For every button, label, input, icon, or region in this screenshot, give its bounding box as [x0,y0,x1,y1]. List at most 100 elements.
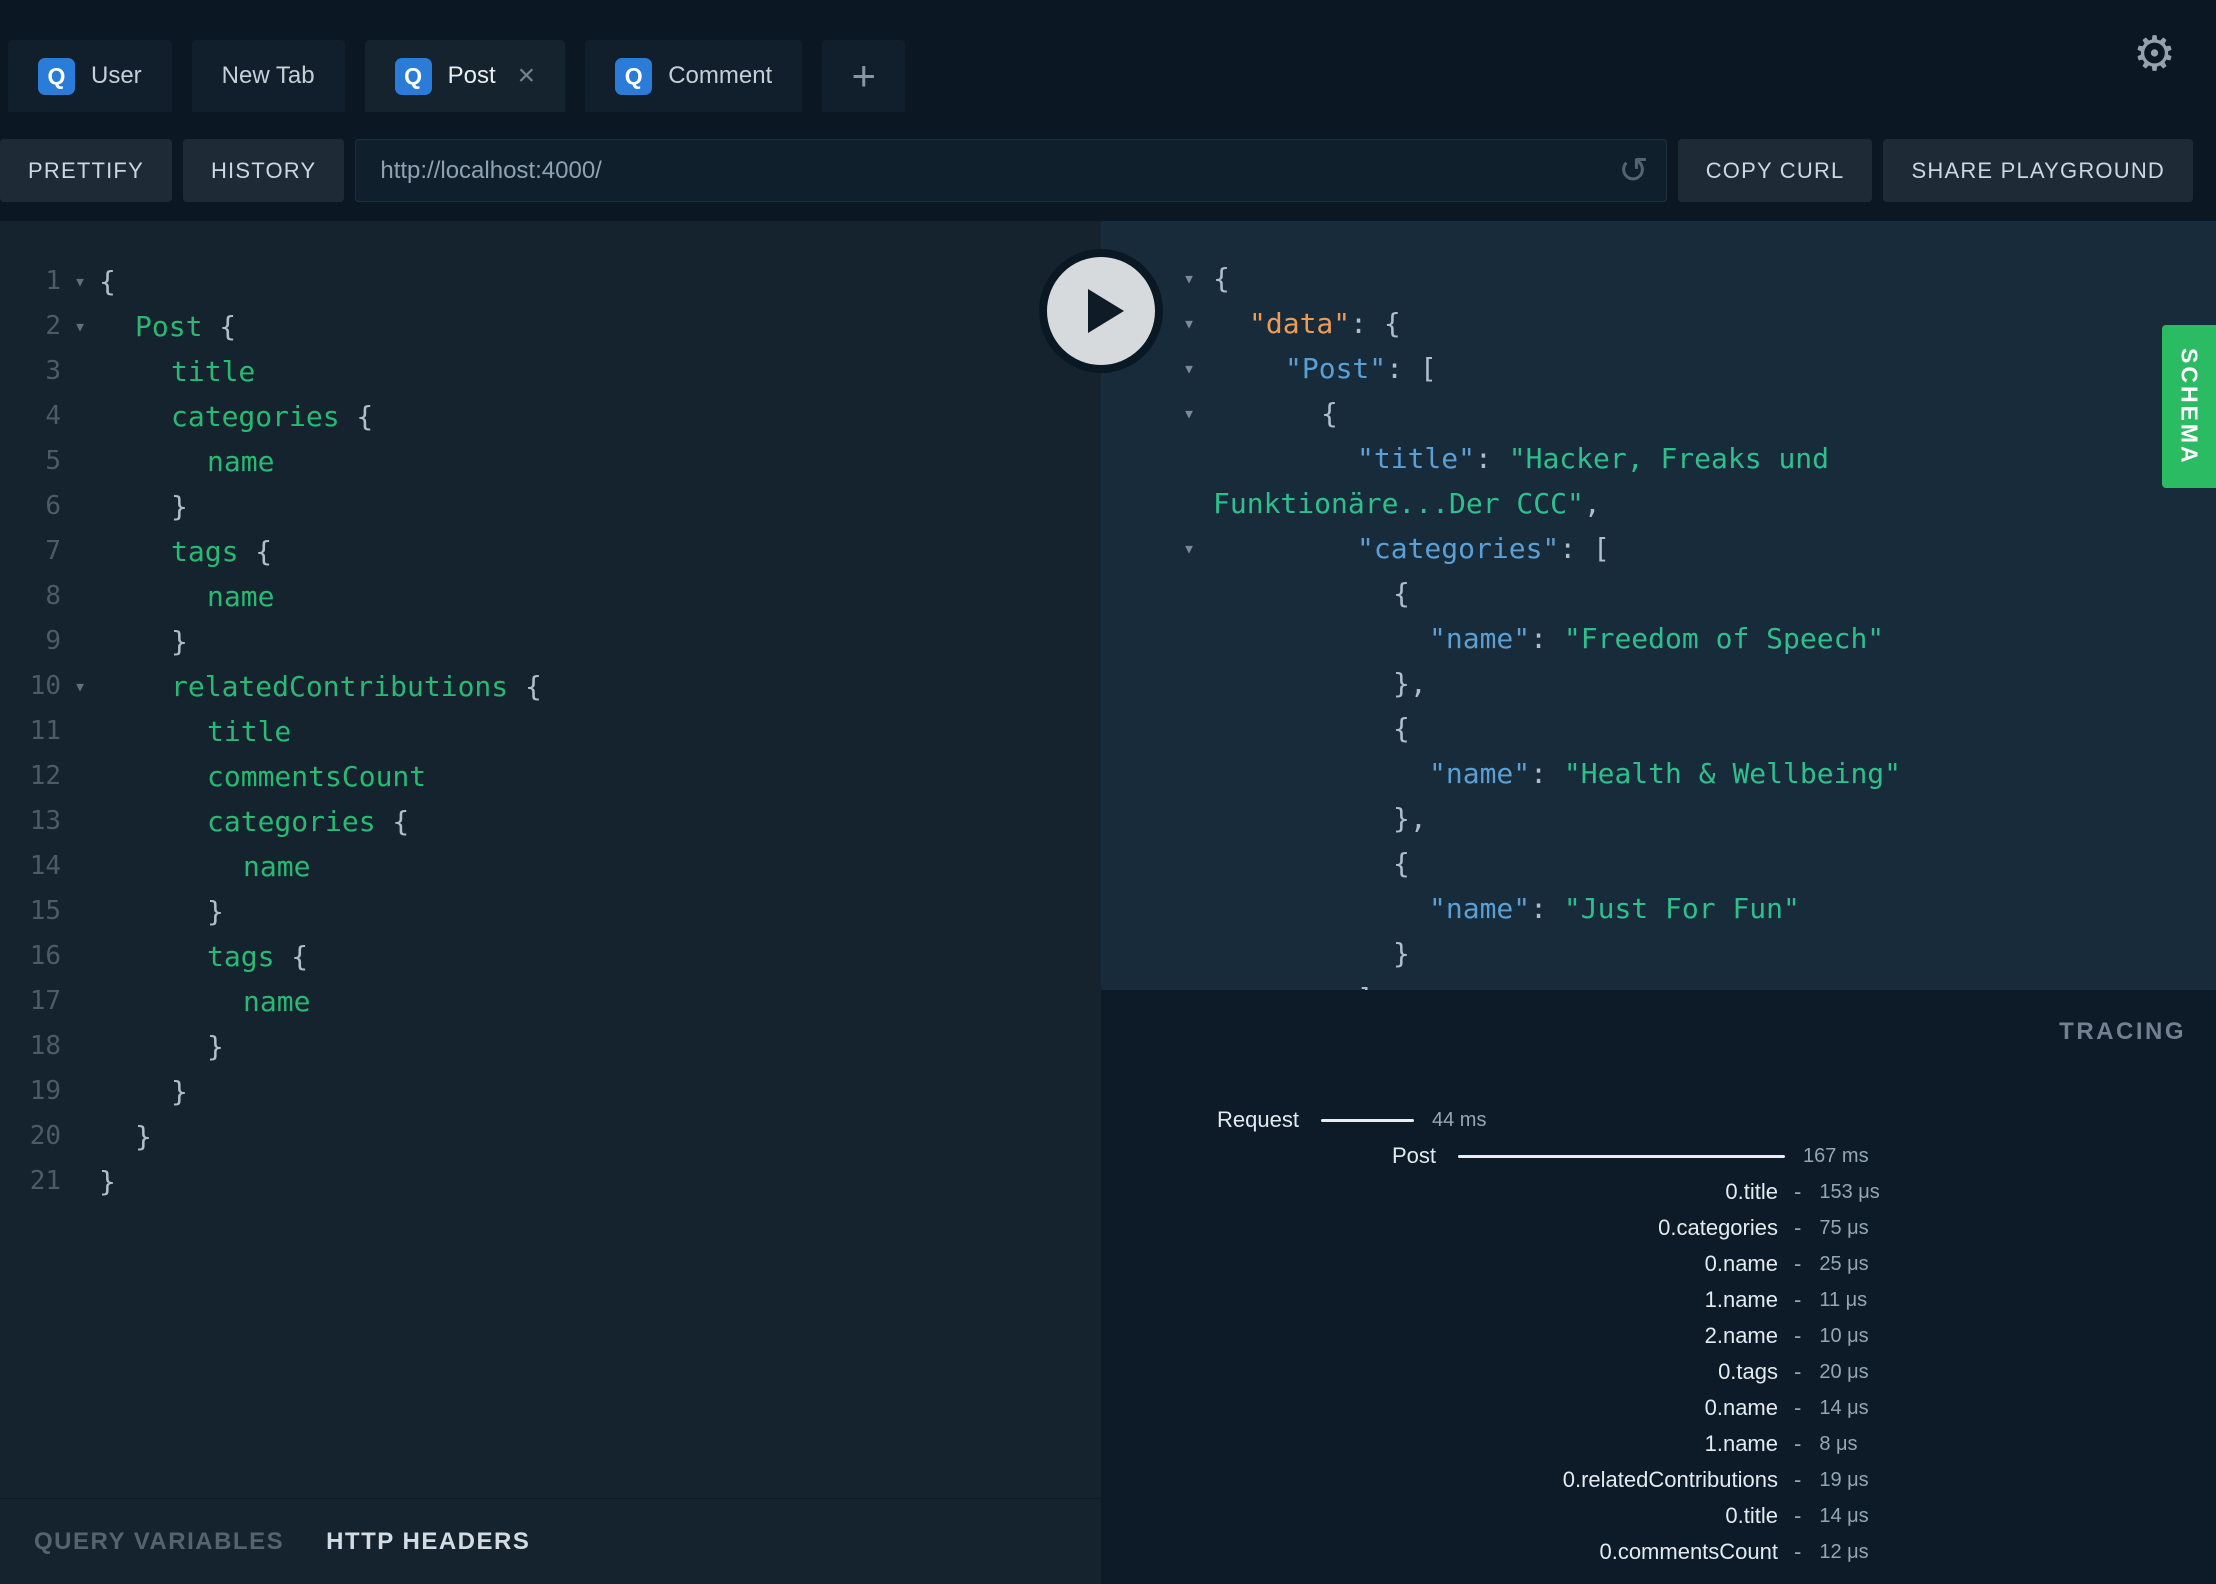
response-line: ▾ "data": { [1101,301,2216,346]
query-line: 20} [0,1114,1101,1159]
fold-icon[interactable]: ▾ [61,304,99,349]
play-icon [1088,289,1124,333]
reload-icon[interactable]: ↺ [1619,150,1649,191]
editor-gutter: 7 [0,529,99,574]
query-code: title [171,355,256,388]
query-editor[interactable]: 1 ▾{2 ▾ Post {3 title 4 categories {5 name 6} 7 ta… [0,221,1101,1498]
fold-icon[interactable]: ▾ [1183,526,1195,571]
close-icon[interactable]: × [518,61,536,91]
tracing-rows: Request 44 ms Post 167 ms 0.title -153 μs 0.ca… [1101,1102,2216,1570]
settings-gear-icon[interactable]: ⚙ [2133,26,2176,82]
response-line: { [1393,847,1410,880]
trace-time: 20 μs [1819,1360,1869,1383]
trace-time: 25 μs [1819,1252,1869,1275]
trace-dash: - [1794,1323,1802,1348]
copy-curl-button[interactable]: COPY CURL [1677,139,1873,202]
trace-bar [1458,1154,1785,1158]
response-pane: ▾{▾ "data": {▾ "Post": [▾{"title": "Hacker… [1101,221,2216,1584]
line-number: 9 [45,626,61,656]
trace-time: 44 ms [1432,1108,1487,1131]
trace-label: 0.tags [1718,1359,1778,1384]
query-code: name [243,850,311,883]
editor-gutter: 8 [0,574,99,619]
line-number: 1 [45,266,61,296]
trace-time: 19 μs [1819,1468,1869,1491]
share-playground-button[interactable]: SHARE PLAYGROUND [1883,139,2193,202]
trace-row: 0.commentsCount -12 μs [1101,1534,2216,1570]
query-code: commentsCount [207,760,427,793]
line-number: 21 [29,1166,61,1196]
response-line: }, [1393,667,1427,700]
fold-icon[interactable]: ▾ [1183,391,1195,436]
line-number: 8 [45,581,61,611]
line-number: 5 [45,446,61,476]
editor-gutter: 3 [0,349,99,394]
tab-post[interactable]: Q Post × [364,40,566,112]
query-tab-icon: Q [38,57,75,95]
prettify-button[interactable]: PRETTIFY [0,139,172,202]
fold-icon[interactable]: ▾ [1183,301,1195,346]
fold-icon[interactable]: ▾ [61,259,99,304]
trace-dash: - [1794,1395,1802,1420]
fold-icon[interactable]: ▾ [61,664,99,709]
query-tab-icon: Q [394,57,432,95]
response-line: }, [1393,802,1427,835]
response-line: } [1393,937,1410,970]
query-line: 3 title [0,349,1101,394]
editor-gutter: 18 [0,1024,99,1069]
response-line: Funktionäre...Der CCC", [1213,487,1601,520]
query-line: 7 tags { [0,529,1101,574]
tab-user[interactable]: Q User [8,40,172,112]
tracing-title[interactable]: TRACING [2059,1018,2186,1046]
trace-label: 0.title [1725,1179,1778,1204]
line-number: 3 [45,356,61,386]
trace-dash: - [1794,1431,1802,1456]
trace-time: 10 μs [1819,1324,1869,1347]
execute-button[interactable] [1039,249,1163,373]
trace-label: 1.name [1704,1431,1778,1456]
trace-label: 2.name [1704,1323,1778,1348]
trace-row: 1.name -11 μs [1101,1282,2216,1318]
query-code: { [99,265,116,298]
line-number: 19 [29,1076,61,1106]
trace-label: 0.title [1725,1503,1778,1528]
fold-icon[interactable]: ▾ [1183,256,1195,301]
query-variables-toggle[interactable]: QUERY VARIABLES [34,1528,284,1556]
line-number: 6 [45,491,61,521]
tab-new-tab[interactable]: New Tab [191,40,345,112]
trace-label: 0.name [1704,1251,1778,1276]
trace-label: 1.name [1704,1287,1778,1312]
schema-tab[interactable]: SCHEMA [2162,325,2216,488]
trace-row: 0.tags -20 μs [1101,1354,2216,1390]
fold-icon[interactable]: ▾ [1183,346,1195,391]
trace-label: 0.name [1704,1395,1778,1420]
tab-comment[interactable]: Q Comment [585,40,803,112]
query-line: 10 ▾ relatedContributions { [0,664,1101,709]
query-line: 14 name [0,844,1101,889]
trace-time: 14 μs [1819,1396,1869,1419]
http-headers-toggle[interactable]: HTTP HEADERS [326,1528,530,1556]
history-button[interactable]: HISTORY [182,139,345,202]
trace-bar [1321,1118,1414,1122]
trace-row: 0.title -14 μs [1101,1498,2216,1534]
toolbar: PRETTIFY HISTORY ↺ COPY CURL SHARE PLAYG… [0,139,2216,202]
tab-bar: Q User New Tab Q Post × Q Comment + [0,40,2216,112]
response-line: "name": "Freedom of Speech" [1429,622,1885,655]
trace-time: 12 μs [1819,1540,1869,1563]
line-number: 2 [45,311,61,341]
new-tab-button[interactable]: + [822,40,906,112]
query-code: } [171,1075,188,1108]
tab-label: User [91,62,142,89]
query-line: 11 title [0,709,1101,754]
trace-time: 8 μs [1819,1432,1858,1455]
query-code: name [207,580,275,613]
url-input[interactable] [355,139,1667,202]
query-line: 12 commentsCount [0,754,1101,799]
trace-time: 167 ms [1803,1144,1869,1167]
query-line: 16 tags { [0,934,1101,979]
query-code: } [99,1165,116,1198]
